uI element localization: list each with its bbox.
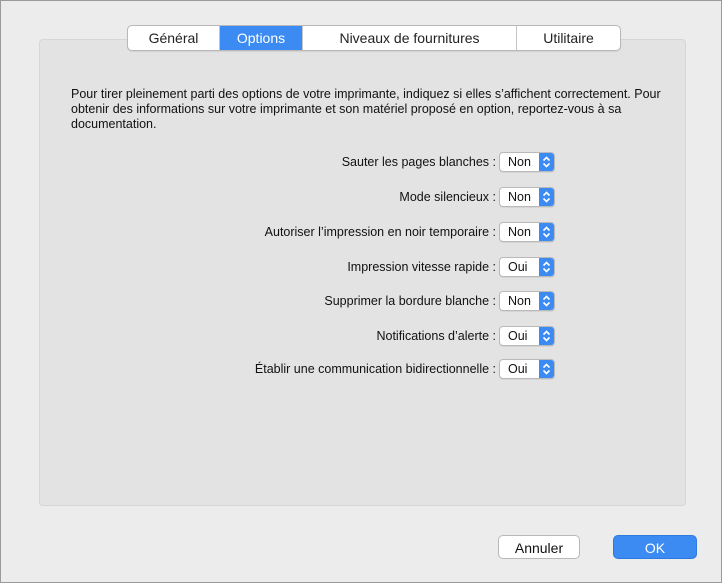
select-value: Oui: [508, 329, 528, 343]
tab-utility[interactable]: Utilitaire: [517, 26, 620, 50]
chevron-up-down-icon: [539, 258, 554, 276]
select-bidirectional-communication[interactable]: Oui: [499, 359, 555, 379]
printer-options-window: Général Options Niveaux de fournitures U…: [0, 0, 722, 583]
tab-bar: Général Options Niveaux de fournitures U…: [127, 25, 621, 51]
option-label-quiet-mode: Mode silencieux :: [399, 190, 496, 204]
chevron-up-down-icon: [539, 327, 554, 345]
options-description: Pour tirer pleinement parti des options …: [71, 87, 661, 131]
option-label-remove-white-border: Supprimer la bordure blanche :: [324, 294, 496, 308]
tab-supply-levels[interactable]: Niveaux de fournitures: [303, 26, 517, 50]
select-remove-white-border[interactable]: Non: [499, 291, 555, 311]
select-value: Non: [508, 225, 531, 239]
chevron-up-down-icon: [539, 153, 554, 171]
chevron-up-down-icon: [539, 292, 554, 310]
option-label-temporary-black-printing: Autoriser l’impression en noir temporair…: [264, 225, 496, 239]
select-value: Oui: [508, 260, 528, 274]
chevron-up-down-icon: [539, 223, 554, 241]
option-label-bidirectional-communication: Établir une communication bidirectionnel…: [254, 362, 496, 376]
chevron-up-down-icon: [539, 188, 554, 206]
select-alert-notifications[interactable]: Oui: [499, 326, 555, 346]
cancel-button[interactable]: Annuler: [498, 535, 580, 559]
option-label-high-speed-printing: Impression vitesse rapide :: [347, 260, 496, 274]
chevron-up-down-icon: [539, 360, 554, 378]
select-skip-blank-pages[interactable]: Non: [499, 152, 555, 172]
select-quiet-mode[interactable]: Non: [499, 187, 555, 207]
option-label-alert-notifications: Notifications d’alerte :: [376, 329, 496, 343]
select-value: Non: [508, 294, 531, 308]
select-value: Oui: [508, 362, 528, 376]
option-label-skip-blank-pages: Sauter les pages blanches :: [341, 155, 496, 169]
tab-general[interactable]: Général: [128, 26, 220, 50]
select-value: Non: [508, 190, 531, 204]
tab-options[interactable]: Options: [220, 26, 303, 50]
select-high-speed-printing[interactable]: Oui: [499, 257, 555, 277]
ok-button[interactable]: OK: [613, 535, 697, 559]
select-value: Non: [508, 155, 531, 169]
select-temporary-black-printing[interactable]: Non: [499, 222, 555, 242]
